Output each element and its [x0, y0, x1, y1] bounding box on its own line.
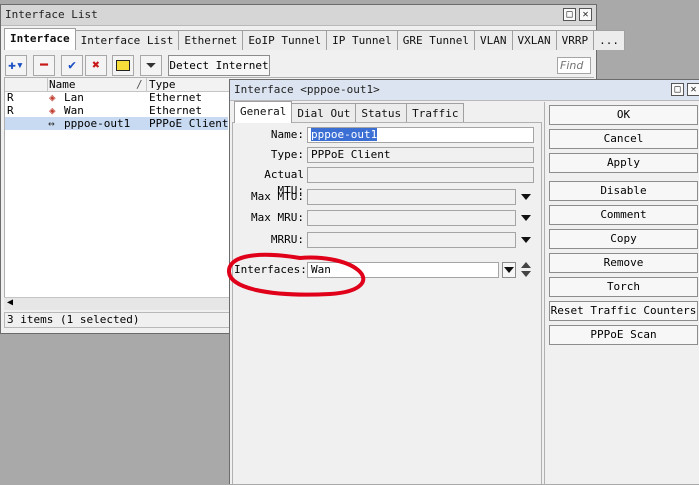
scroll-left-icon[interactable]: ◀: [7, 297, 13, 308]
ok-button[interactable]: OK: [549, 105, 698, 125]
row-name: Wan: [64, 104, 84, 117]
close-icon[interactable]: ✕: [579, 8, 592, 21]
close-icon[interactable]: ✕: [687, 83, 699, 96]
name-field[interactable]: pppoe-out1: [307, 127, 534, 143]
find-input[interactable]: [557, 57, 591, 74]
disable-button[interactable]: ✖: [85, 55, 107, 76]
tab-vlan[interactable]: VLAN: [474, 30, 513, 50]
column-header-flag[interactable]: [5, 78, 48, 91]
pppoe-icon: ↔: [48, 117, 55, 130]
tab-interface-list[interactable]: Interface List: [74, 30, 180, 50]
filter-button[interactable]: ⏷: [140, 55, 162, 76]
row-flag: R: [7, 104, 14, 117]
tab-general[interactable]: General: [234, 101, 293, 123]
remove-button[interactable]: ━: [33, 55, 55, 76]
column-divider: [146, 78, 147, 91]
max-mru-field[interactable]: [307, 210, 516, 226]
type-field: PPPoE Client: [307, 147, 534, 163]
tab-ethernet[interactable]: Ethernet: [178, 30, 244, 50]
row-name: pppoe-out1: [64, 117, 131, 130]
pppoe-scan-button[interactable]: PPPoE Scan: [549, 325, 698, 345]
max-mru-dropdown-icon[interactable]: [521, 215, 531, 221]
status-bar: 3 items (1 selected): [4, 312, 230, 328]
max-mtu-dropdown-icon[interactable]: [521, 194, 531, 200]
comment-button[interactable]: Comment: [549, 205, 698, 225]
copy-button[interactable]: Copy: [549, 229, 698, 249]
ethernet-icon: ◈: [49, 91, 56, 104]
tab-eoip-tunnel[interactable]: EoIP Tunnel: [242, 30, 328, 50]
sort-icon: /: [136, 78, 143, 91]
mrru-field[interactable]: [307, 232, 516, 248]
apply-button[interactable]: Apply: [549, 153, 698, 173]
column-header-type[interactable]: Type: [149, 78, 176, 91]
disable-button[interactable]: Disable: [549, 181, 698, 201]
dialog-title: Interface <pppoe-out1>: [234, 83, 380, 96]
reset-traffic-counters-button[interactable]: Reset Traffic Counters: [549, 301, 698, 321]
type-label: Type:: [270, 148, 304, 161]
tab-dial-out[interactable]: Dial Out: [291, 103, 357, 123]
cancel-button[interactable]: Cancel: [549, 129, 698, 149]
interfaces-dropdown-button[interactable]: [502, 262, 516, 278]
ethernet-icon: ◈: [49, 104, 56, 117]
chevron-down-icon: [504, 267, 514, 273]
interface-list-title: Interface List: [5, 8, 98, 21]
interfaces-field[interactable]: Wan: [307, 262, 499, 278]
max-mru-label: Max MRU:: [251, 211, 304, 224]
torch-button[interactable]: Torch: [549, 277, 698, 297]
tab-status[interactable]: Status: [355, 103, 408, 123]
horizontal-scrollbar[interactable]: ◀: [4, 297, 230, 310]
table-row-selected[interactable]: ↔ pppoe-out1 PPPoE Client: [5, 117, 228, 130]
interfaces-reorder-icon[interactable]: [520, 261, 532, 279]
add-button[interactable]: ✚▾: [5, 55, 27, 76]
remove-button[interactable]: Remove: [549, 253, 698, 273]
tab-vrrp[interactable]: VRRP: [555, 30, 595, 50]
tab-vxlan[interactable]: VXLAN: [511, 30, 557, 50]
row-name: Lan: [64, 91, 84, 104]
comment-icon: [116, 60, 130, 71]
filter-icon: ⏷: [146, 58, 156, 72]
dialog-tabs: General Dial Out Status Traffic: [234, 101, 465, 123]
interface-dialog: Interface <pppoe-out1> □ ✕ General Dial …: [229, 79, 699, 485]
max-mtu-label: Max MTU:: [251, 190, 304, 203]
maximize-icon[interactable]: □: [563, 8, 576, 21]
row-type: PPPoE Client: [149, 117, 229, 130]
row-type: Ethernet: [149, 91, 202, 104]
max-mtu-field[interactable]: [307, 189, 516, 205]
tab-ip-tunnel[interactable]: IP Tunnel: [326, 30, 398, 50]
tab-interface[interactable]: Interface: [4, 28, 76, 50]
name-label: Name:: [270, 128, 304, 141]
interfaces-label: Interfaces:: [234, 263, 307, 276]
status-text: 3 items (1 selected): [7, 313, 140, 326]
detect-internet-button[interactable]: Detect Internet: [168, 55, 270, 76]
maximize-icon[interactable]: □: [671, 83, 684, 96]
mrru-dropdown-icon[interactable]: [521, 237, 531, 243]
name-value: pppoe-out1: [311, 128, 378, 141]
tab-more[interactable]: ...: [593, 30, 626, 50]
interface-list-tabs: Interface Interface List Ethernet EoIP T…: [4, 28, 626, 50]
mrru-label: MRRU:: [270, 233, 304, 246]
row-type: Ethernet: [149, 104, 202, 117]
row-flag: R: [7, 91, 14, 104]
tab-traffic[interactable]: Traffic: [406, 103, 465, 123]
dialog-titlebar[interactable]: Interface <pppoe-out1>: [230, 80, 699, 101]
table-row[interactable]: R ◈ Wan Ethernet: [5, 104, 228, 117]
column-header-name[interactable]: Name: [49, 78, 76, 91]
comment-button[interactable]: [112, 55, 134, 76]
actual-mtu-field: [307, 167, 534, 183]
enable-button[interactable]: ✔: [61, 55, 83, 76]
tab-gre-tunnel[interactable]: GRE Tunnel: [396, 30, 476, 50]
interface-list-titlebar[interactable]: Interface List: [1, 5, 596, 26]
table-row[interactable]: R ◈ Lan Ethernet: [5, 91, 228, 104]
